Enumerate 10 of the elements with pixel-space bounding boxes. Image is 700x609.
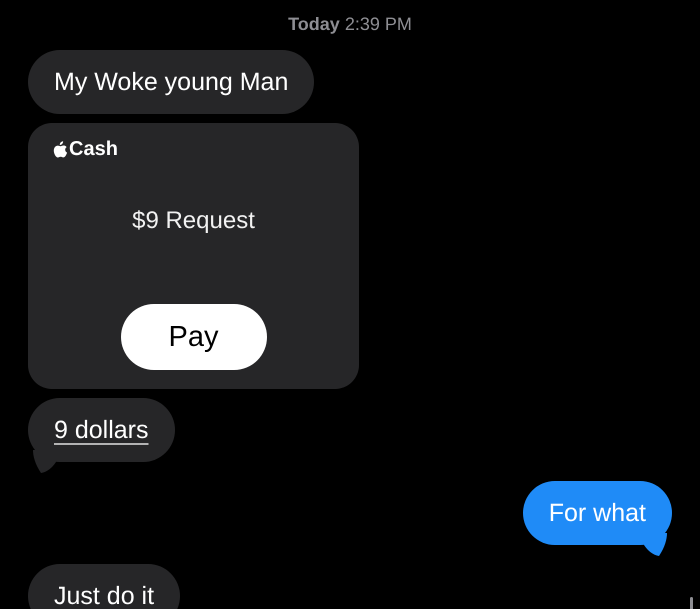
brand-label: Cash — [69, 137, 118, 161]
pay-button[interactable]: Pay — [120, 304, 266, 370]
message-text[interactable]: 9 dollars — [54, 415, 148, 445]
request-amount: $9 Request — [131, 207, 256, 235]
message-text: My Woke young Man — [54, 67, 288, 97]
message-text: For what — [548, 498, 646, 528]
timestamp: Today 2:39 PM — [287, 13, 413, 35]
message-text: Just do it — [54, 581, 154, 609]
apple-icon — [53, 140, 68, 158]
scroll-indicator — [690, 597, 693, 609]
